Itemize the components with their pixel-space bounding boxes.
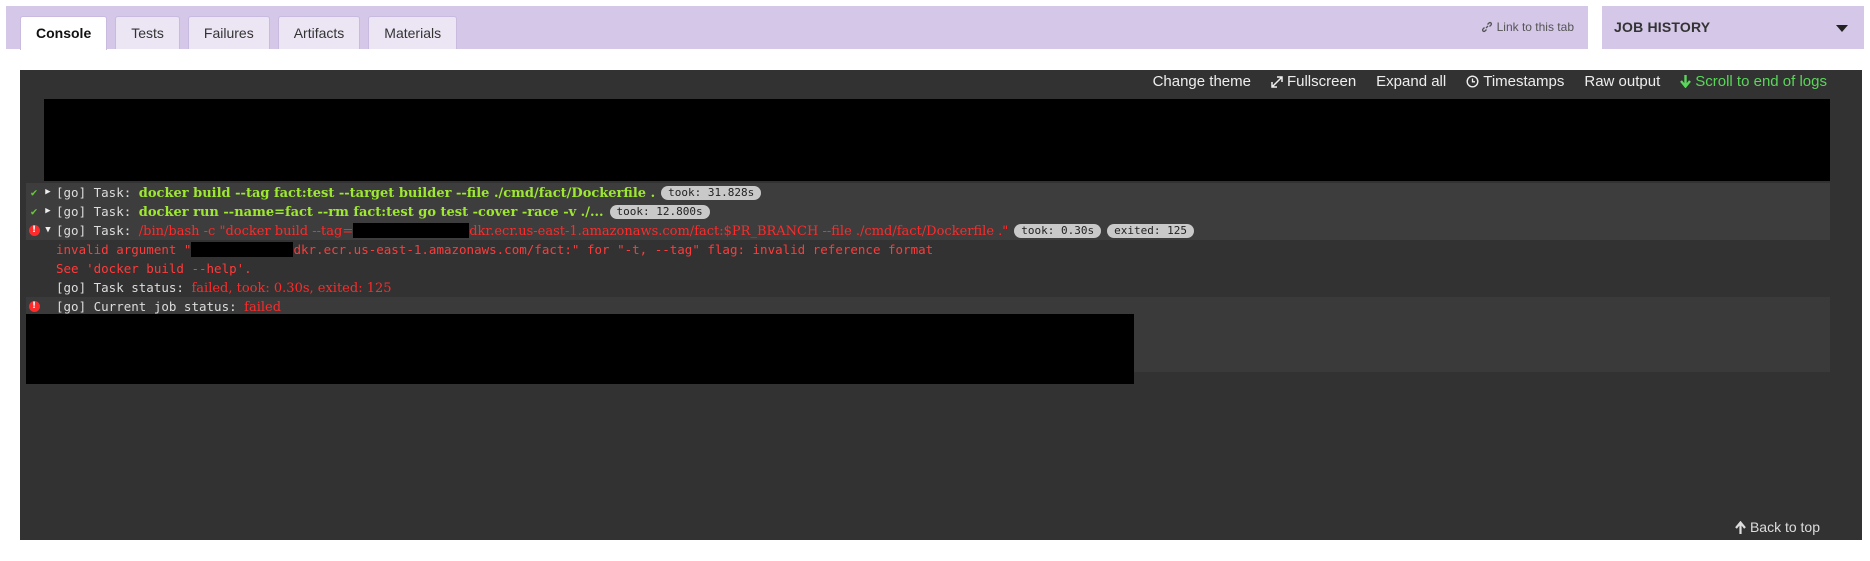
chevron-down-icon: [1836, 25, 1848, 32]
task-command-part-1: /bin/bash -c "docker build --tag=: [138, 224, 354, 239]
job-history-dropdown[interactable]: JOB HISTORY: [1602, 6, 1864, 49]
tab-tests[interactable]: Tests: [115, 16, 180, 49]
error-text: invalid argument " dkr.ecr.us-east-1.amaz…: [56, 240, 933, 259]
console-toolbar: Change theme Fullscreen Expand all Times…: [1153, 73, 1827, 90]
task-command: docker build --tag fact:test --target bu…: [138, 186, 656, 201]
log-line-text: [go] Task: docker build --tag fact:test …: [56, 183, 762, 203]
expand-triangle-icon[interactable]: ▶: [43, 202, 53, 221]
status-prefix: [go] Task status:: [56, 280, 192, 295]
timestamps-button[interactable]: Timestamps: [1466, 73, 1564, 90]
tab-bar: Console Tests Failures Artifacts Materia…: [6, 6, 1588, 50]
redacted-inline: [191, 242, 294, 257]
log-line-task-3[interactable]: ! ▼ [go] Task: /bin/bash -c "docker buil…: [26, 221, 1830, 240]
task-prefix: [go] Task:: [56, 185, 139, 200]
took-badge: took: 0.30s: [1014, 224, 1102, 238]
job-status-value: failed: [244, 300, 282, 315]
fullscreen-button[interactable]: Fullscreen: [1271, 73, 1356, 90]
scroll-to-end-label: Scroll to end of logs: [1695, 73, 1827, 90]
log-line-error-2: See 'docker build --help'.: [26, 259, 1830, 278]
collapse-triangle-icon[interactable]: ▼: [43, 221, 53, 240]
link-icon: [1481, 21, 1492, 33]
expand-all-button[interactable]: Expand all: [1376, 73, 1446, 90]
job-status-prefix: [go] Current job status:: [56, 299, 245, 314]
tab-artifacts[interactable]: Artifacts: [277, 16, 361, 49]
log-line-task-1[interactable]: ✔ ▶ [go] Task: docker build --tag fact:t…: [26, 183, 1830, 202]
error-text-part-1: invalid argument ": [56, 242, 192, 257]
raw-output-button[interactable]: Raw output: [1584, 73, 1660, 90]
clock-icon: [1466, 75, 1479, 88]
link-to-tab[interactable]: Link to this tab: [1481, 20, 1574, 34]
change-theme-button[interactable]: Change theme: [1153, 73, 1251, 90]
log-line-task-2[interactable]: ✔ ▶ [go] Task: docker run --name=fact --…: [26, 202, 1830, 221]
error-help-text: See 'docker build --help'.: [56, 261, 252, 276]
exited-badge: exited: 125: [1107, 224, 1194, 238]
tab-console[interactable]: Console: [20, 16, 108, 50]
arrow-down-icon: [1680, 75, 1692, 88]
timestamps-label: Timestamps: [1483, 73, 1565, 90]
error-text-part-2: dkr.ecr.us-east-1.amazonaws.com/fact:" f…: [293, 242, 934, 257]
scroll-to-end-button[interactable]: Scroll to end of logs: [1680, 73, 1827, 90]
log-line-text: [go] Task status: failed, took: 0.30s, e…: [56, 278, 392, 298]
redacted-inline: [353, 223, 470, 238]
task-command-part-2: dkr.ecr.us-east-1.amazonaws.com/fact:$PR…: [469, 224, 1009, 239]
success-check-icon: ✔: [30, 205, 38, 218]
tab-failures[interactable]: Failures: [187, 16, 270, 49]
status-value: failed, took: 0.30s, exited: 125: [191, 281, 392, 296]
tabs: Console Tests Failures Artifacts Materia…: [20, 16, 458, 50]
log-line-error-1: invalid argument " dkr.ecr.us-east-1.amaz…: [26, 240, 1830, 259]
expand-all-label: Expand all: [1376, 73, 1447, 90]
task-prefix: [go] Task:: [56, 204, 139, 219]
expand-icon: [1271, 75, 1283, 88]
error-icon: !: [26, 221, 42, 240]
back-to-top-label: Back to top: [1749, 519, 1820, 535]
back-to-top-button[interactable]: Back to top: [1735, 519, 1820, 535]
raw-output-label: Raw output: [1584, 73, 1661, 90]
arrow-up-icon: [1735, 520, 1746, 534]
took-badge: took: 12.800s: [609, 205, 710, 219]
tab-materials[interactable]: Materials: [368, 16, 458, 49]
change-theme-label: Change theme: [1152, 73, 1251, 90]
fullscreen-label: Fullscreen: [1286, 73, 1357, 90]
log-line-text: [go] Task: docker run --name=fact --rm f…: [56, 202, 710, 222]
success-check-icon: ✔: [30, 186, 38, 199]
redacted-block-top: [44, 99, 1830, 181]
link-to-tab-label: Link to this tab: [1496, 20, 1574, 34]
took-badge: took: 31.828s: [661, 186, 762, 200]
task-command: docker run --name=fact --rm fact:test go…: [138, 205, 604, 220]
expand-triangle-icon[interactable]: ▶: [43, 183, 53, 202]
log-line-text: [go] Task: /bin/bash -c "docker build --…: [56, 221, 1194, 241]
task-prefix: [go] Task:: [56, 223, 139, 238]
log-line-task-status: [go] Task status: failed, took: 0.30s, e…: [26, 278, 1830, 297]
job-history-label: JOB HISTORY: [1614, 19, 1711, 35]
redacted-block-bottom: [26, 314, 1134, 384]
